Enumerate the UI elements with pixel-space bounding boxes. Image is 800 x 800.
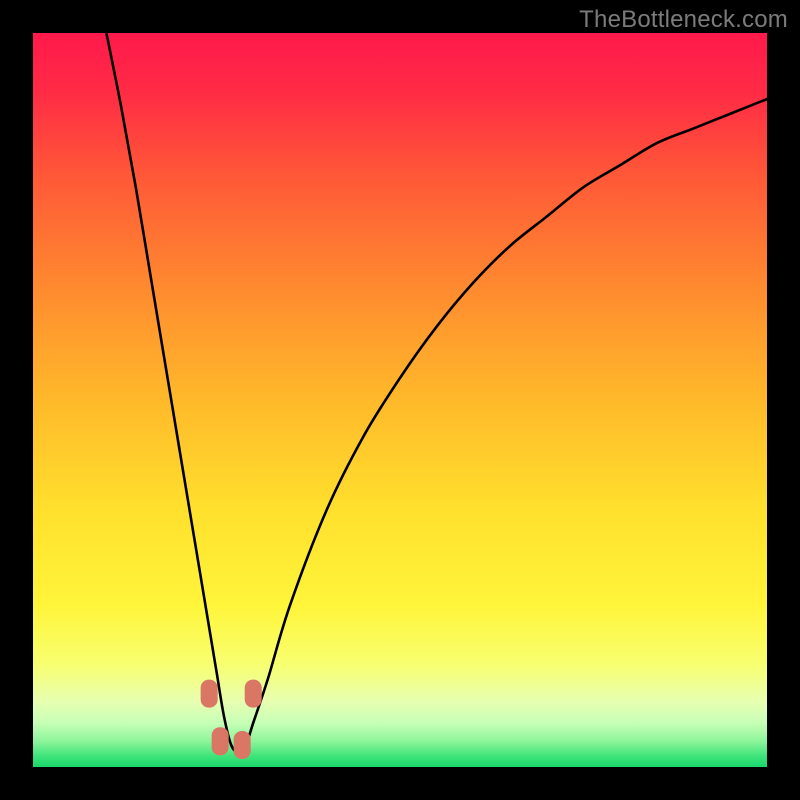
watermark-text: TheBottleneck.com <box>579 6 788 34</box>
background-gradient <box>33 33 767 767</box>
plot-area <box>33 33 767 767</box>
chart-frame: TheBottleneck.com <box>0 0 800 800</box>
